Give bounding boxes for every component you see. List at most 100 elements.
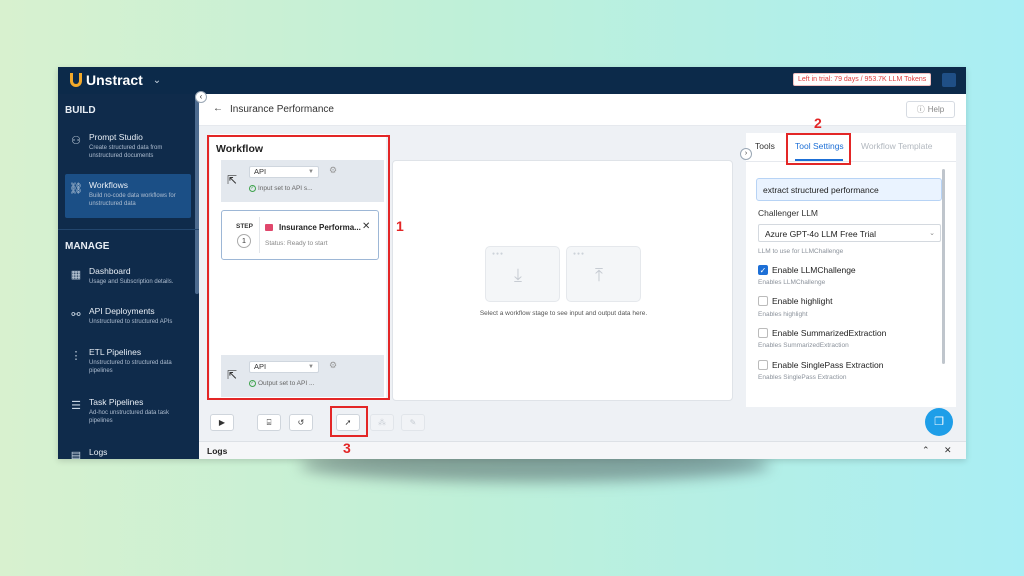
- unstract-logo-icon: [70, 73, 82, 87]
- chevron-down-icon: ▼: [308, 364, 314, 370]
- sidebar-item-label: ETL Pipelines: [89, 347, 142, 357]
- active-tab-underline: [795, 159, 843, 161]
- challenger-llm-hint: LLM to use for LLMChallenge: [758, 248, 844, 255]
- task-icon: ☰: [71, 400, 81, 412]
- sidebar-item-desc: Unstructured to structured data pipeline…: [89, 360, 172, 374]
- prompt-input[interactable]: extract structured performance: [756, 178, 942, 201]
- manage-heading: MANAGE: [65, 241, 110, 252]
- panel-collapse-button[interactable]: ›: [740, 148, 752, 160]
- step-label: STEP: [236, 223, 253, 230]
- logs-bar[interactable]: Logs ⌃ ✕: [199, 441, 966, 459]
- share-button[interactable]: ⁂: [370, 414, 394, 431]
- toolbox-icon: [265, 224, 273, 231]
- window-dots: ●●●: [492, 251, 505, 257]
- input-source: ⇱ API ▼ ⚙ ✓ Input set to API s...: [221, 160, 384, 202]
- api-icon: ⚯: [71, 309, 81, 321]
- challenger-llm-label: Challenger LLM: [758, 208, 819, 218]
- check-circle-icon: ✓: [249, 185, 256, 192]
- edit-button[interactable]: ✎: [401, 414, 425, 431]
- briefcase-icon: ⌸: [266, 418, 272, 427]
- deploy-button[interactable]: ➚: [336, 414, 360, 431]
- input-type-select[interactable]: API ▼: [249, 166, 319, 178]
- annotation-number-2: 2: [814, 115, 822, 131]
- build-heading: BUILD: [65, 105, 96, 116]
- sidebar-item-label: Logs: [89, 447, 108, 457]
- gear-icon[interactable]: ⚙: [329, 165, 337, 176]
- external-link-icon[interactable]: ⇱: [227, 173, 242, 188]
- sidebar-item-label: Task Pipelines: [89, 397, 144, 407]
- sidebar-item-desc: Usage and Subscription details.: [89, 279, 174, 285]
- dashboard-icon: ▦: [70, 269, 82, 281]
- annotation-number-3: 3: [343, 440, 351, 456]
- io-preview-area: ●●● ⤓ ●●● ⤒ Select a workflow stage to s…: [392, 160, 733, 401]
- challenger-llm-select[interactable]: Azure GPT-4o LLM Free Trial ⌄: [758, 224, 941, 242]
- pencil-icon: ✎: [409, 418, 417, 427]
- enable-summarizedextraction-label: Enable SummarizedExtraction: [772, 328, 887, 338]
- clear-cache-button[interactable]: ⌸: [257, 414, 281, 431]
- sidebar-item-etl-pipelines[interactable]: ⋮ ETL Pipelines Unstructured to structur…: [65, 341, 191, 379]
- upload-icon: ⤒: [595, 265, 603, 285]
- enable-llmchallenge-checkbox[interactable]: ✓: [758, 265, 768, 275]
- output-status: ✓ Output set to API ...: [249, 380, 314, 387]
- prompt-studio-icon: ⚇: [71, 135, 81, 147]
- app-name: Unstract: [86, 72, 143, 88]
- sidebar-item-prompt-studio[interactable]: ⚇ Prompt Studio Create structured data f…: [65, 126, 191, 164]
- run-button[interactable]: ▶: [210, 414, 234, 431]
- sidebar-item-desc: Build no-code data workflows for unstruc…: [89, 193, 176, 207]
- tab-tool-settings[interactable]: Tool Settings: [795, 141, 844, 151]
- workflow-step-card[interactable]: STEP 1 Insurance Performa... ✕ Status: R…: [221, 210, 379, 260]
- sidebar-item-workflows[interactable]: ⛓ Workflows Build no-code data workflows…: [65, 174, 191, 218]
- download-icon: ⤓: [514, 265, 522, 285]
- enable-singlepass-hint: Enables SinglePass Extraction: [758, 374, 847, 381]
- logs-label: Logs: [207, 446, 228, 456]
- window-dots: ●●●: [573, 251, 586, 257]
- output-type-select[interactable]: API ▼: [249, 361, 319, 373]
- close-icon[interactable]: ✕: [944, 445, 952, 456]
- chevron-down-icon: ▼: [308, 169, 314, 175]
- gear-icon[interactable]: ⚙: [329, 360, 337, 371]
- enable-summarizedextraction-checkbox[interactable]: [758, 328, 768, 338]
- chevron-up-icon[interactable]: ⌃: [922, 445, 930, 456]
- enable-singlepass-label: Enable SinglePass Extraction: [772, 360, 884, 370]
- enable-llmchallenge-label: Enable LLMChallenge: [772, 265, 856, 275]
- back-arrow-icon[interactable]: ←: [213, 103, 223, 114]
- workflow-toolbar: [199, 407, 966, 441]
- sidebar-item-desc: Unstructured to structured APIs: [89, 319, 173, 325]
- tabs-divider: [746, 161, 956, 162]
- chat-icon: ❐: [934, 416, 944, 428]
- panel-scrollbar[interactable]: [942, 169, 945, 364]
- trial-badge: Left in trial: 79 days / 953.7K LLM Toke…: [793, 73, 932, 86]
- close-icon[interactable]: ✕: [362, 221, 370, 232]
- sidebar-item-label: Dashboard: [89, 266, 131, 276]
- app-window: Unstract ⌄ Left in trial: 79 days / 953.…: [58, 67, 966, 459]
- sidebar-collapse-button[interactable]: ‹: [195, 91, 207, 103]
- top-bar: Unstract ⌄ Left in trial: 79 days / 953.…: [58, 67, 966, 94]
- tab-workflow-template[interactable]: Workflow Template: [861, 141, 933, 151]
- step-divider: [259, 217, 260, 253]
- challenger-llm-value: Azure GPT-4o LLM Free Trial: [765, 229, 877, 239]
- enable-highlight-checkbox[interactable]: [758, 296, 768, 306]
- page-header: ← Insurance Performance ⓘ Help: [199, 94, 966, 126]
- history-button[interactable]: ↺: [289, 414, 313, 431]
- tab-tools[interactable]: Tools: [755, 141, 775, 151]
- sidebar: BUILD ⚇ Prompt Studio Create structured …: [58, 94, 199, 459]
- sidebar-item-label: Workflows: [89, 180, 129, 190]
- sidebar-item-api-deployments[interactable]: ⚯ API Deployments Unstructured to struct…: [65, 300, 191, 330]
- enable-singlepass-checkbox[interactable]: [758, 360, 768, 370]
- sidebar-item-task-pipelines[interactable]: ☰ Task Pipelines Ad-hoc unstructured dat…: [65, 391, 191, 429]
- sidebar-item-logs[interactable]: ▤ Logs: [65, 441, 191, 459]
- output-data-card: ●●● ⤒: [566, 246, 641, 302]
- sidebar-item-dashboard[interactable]: ▦ Dashboard Usage and Subscription detai…: [65, 260, 191, 290]
- share-icon: ⁂: [378, 418, 386, 427]
- output-type-value: API: [254, 362, 267, 371]
- workflows-icon: ⛓: [69, 183, 83, 195]
- chat-fab-button[interactable]: ❐: [925, 408, 953, 436]
- question-icon: ⓘ: [916, 105, 925, 114]
- help-button[interactable]: ⓘ Help: [906, 101, 955, 118]
- input-type-value: API: [254, 167, 267, 176]
- avatar[interactable]: [942, 73, 956, 87]
- org-switcher[interactable]: Unstract ⌄: [70, 72, 161, 88]
- external-link-icon[interactable]: ⇱: [227, 368, 242, 383]
- input-status-text: Input set to API s...: [258, 185, 313, 193]
- play-icon: ▶: [218, 418, 226, 427]
